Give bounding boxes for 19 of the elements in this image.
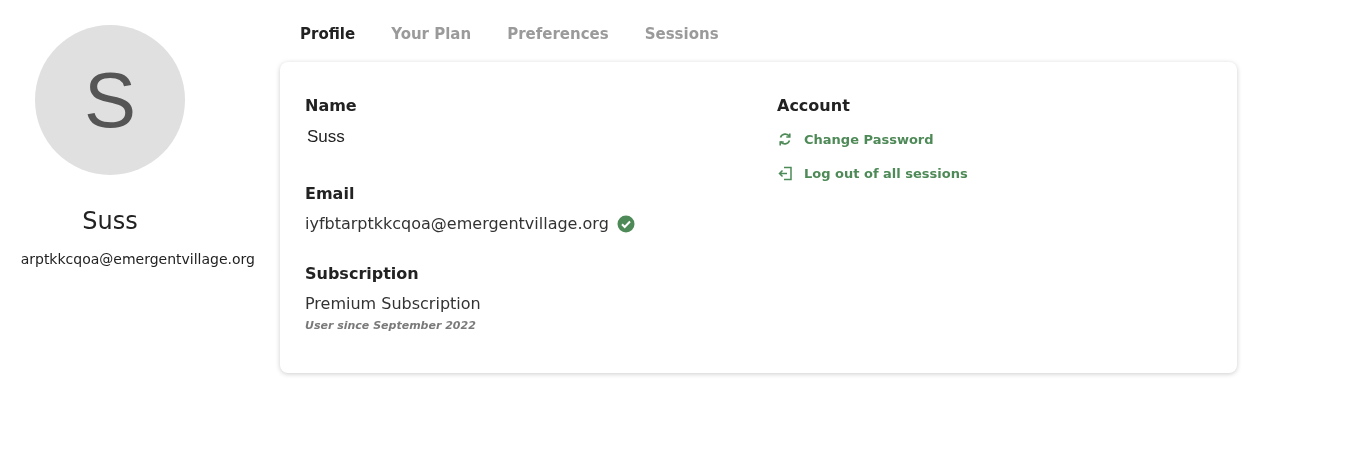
avatar: S [35,25,185,175]
tab[interactable]: Profile [290,22,366,46]
section-title: Account [777,95,851,117]
email-value: iyfbtarptkkcqoa@emergentvillage.org [305,212,609,235]
user-email: arptkkcqoa@emergentvillage.org [20,250,255,269]
field-label: Email [305,182,356,205]
refresh-icon [777,131,794,149]
tab[interactable]: Sessions [634,22,729,46]
account-link[interactable]: Log out of all sessions [804,163,968,183]
subscription-value: Premium Subscription [305,292,482,315]
field-label: Name [305,95,358,117]
field-label: Subscription [305,262,420,285]
name-field[interactable]: Suss [307,124,607,150]
tab[interactable]: Your Plan [381,22,482,46]
user-name: Suss [81,206,139,237]
account-link[interactable]: Change Password [804,130,934,150]
user-since-note: User since September 2022 [305,317,477,334]
logout-icon [777,164,794,182]
tab[interactable]: Preferences [497,22,619,46]
